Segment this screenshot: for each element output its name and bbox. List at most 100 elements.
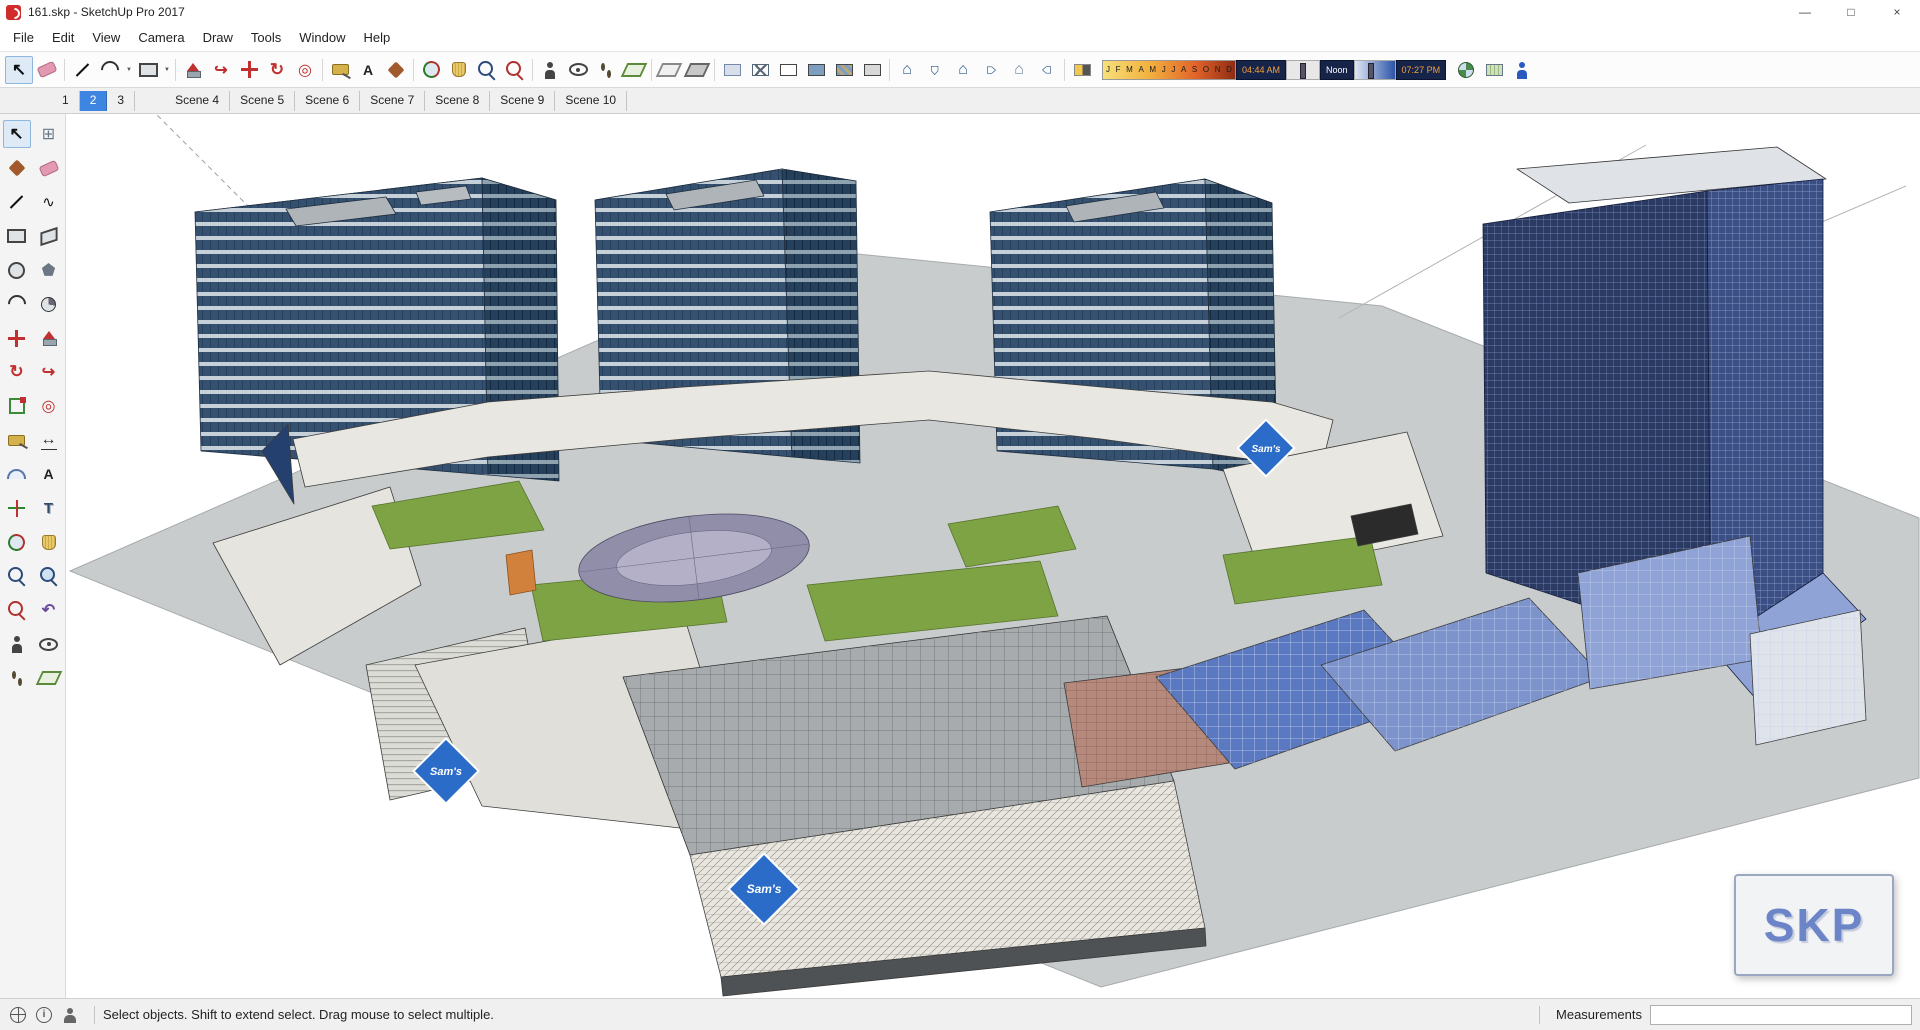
- photo-textures-icon[interactable]: [1508, 56, 1536, 84]
- credits-info-icon[interactable]: [34, 1005, 54, 1025]
- walk-tool[interactable]: [3, 664, 31, 692]
- measurements-input[interactable]: [1650, 1004, 1912, 1025]
- menu-item[interactable]: View: [83, 24, 129, 51]
- previous-view-tool[interactable]: [35, 596, 63, 624]
- get-location-icon[interactable]: [1452, 56, 1480, 84]
- hidden-line-style-icon[interactable]: [774, 56, 802, 84]
- line-tool[interactable]: [3, 188, 31, 216]
- zoom-icon[interactable]: [473, 56, 501, 84]
- iso-view-icon[interactable]: [893, 56, 921, 84]
- axes-tool[interactable]: [3, 494, 31, 522]
- minimize-button[interactable]: —: [1782, 0, 1828, 24]
- scene-tab[interactable]: Scene 6: [295, 90, 361, 111]
- separator[interactable]: [886, 58, 893, 82]
- back-view-icon[interactable]: [1005, 56, 1033, 84]
- scene-tab[interactable]: Scene 8: [425, 90, 491, 111]
- left-view-icon[interactable]: [1033, 56, 1061, 84]
- menu-item[interactable]: Draw: [194, 24, 242, 51]
- arc-tool[interactable]: [3, 290, 31, 318]
- shadow-time-slider-late[interactable]: [1353, 59, 1396, 80]
- section-plane-tool[interactable]: [35, 664, 63, 692]
- offset-tool[interactable]: [35, 392, 63, 420]
- menu-item[interactable]: Edit: [43, 24, 83, 51]
- separator[interactable]: [172, 58, 179, 82]
- shadows-toggle-icon[interactable]: [1068, 56, 1096, 84]
- section-cut-toggle-icon[interactable]: [683, 56, 711, 84]
- arcs-dropdown-icon[interactable]: [124, 56, 134, 84]
- menu-item[interactable]: Tools: [242, 24, 290, 51]
- model-canvas[interactable]: Sam's Sam's Sam's: [66, 114, 1920, 998]
- offset-icon[interactable]: [291, 56, 319, 84]
- pan-icon[interactable]: [445, 56, 473, 84]
- line-tool-icon[interactable]: [68, 56, 96, 84]
- section-display-toggle-icon[interactable]: [655, 56, 683, 84]
- 3d-text-tool[interactable]: [35, 494, 63, 522]
- maximize-button[interactable]: □: [1828, 0, 1874, 24]
- look-around-icon[interactable]: [564, 56, 592, 84]
- select-icon[interactable]: [5, 55, 33, 84]
- position-camera-tool[interactable]: [3, 630, 31, 658]
- menu-item[interactable]: Window: [290, 24, 354, 51]
- close-button[interactable]: ×: [1874, 0, 1920, 24]
- monochrome-style-icon[interactable]: [858, 56, 886, 84]
- menu-item[interactable]: Camera: [129, 24, 193, 51]
- section-plane-icon[interactable]: [620, 56, 648, 84]
- move-tool[interactable]: [3, 324, 31, 352]
- freehand-tool[interactable]: [35, 188, 63, 216]
- pie-tool[interactable]: [35, 290, 63, 318]
- shapes-menu-icon[interactable]: [134, 56, 162, 84]
- menu-item[interactable]: File: [4, 24, 43, 51]
- separator[interactable]: [61, 58, 68, 82]
- separator[interactable]: [1061, 58, 1068, 82]
- zoom-extents-icon[interactable]: [501, 56, 529, 84]
- circle-tool[interactable]: [3, 256, 31, 284]
- geolocation-icon[interactable]: [8, 1005, 28, 1025]
- separator[interactable]: [319, 58, 326, 82]
- shapes-dropdown-icon[interactable]: [162, 56, 172, 84]
- text-tool-icon[interactable]: [354, 56, 382, 84]
- push-pull-icon[interactable]: [179, 56, 207, 84]
- pan-tool[interactable]: [35, 528, 63, 556]
- polygon-tool[interactable]: [35, 256, 63, 284]
- walk-icon[interactable]: [592, 56, 620, 84]
- shaded-textures-style-icon[interactable]: [830, 56, 858, 84]
- eraser-icon[interactable]: [33, 56, 61, 84]
- separator[interactable]: [711, 58, 718, 82]
- shadow-date-slider[interactable]: JFMAMJJASOND: [1102, 59, 1236, 80]
- separator[interactable]: [410, 58, 417, 82]
- zoom-extents-tool[interactable]: [3, 596, 31, 624]
- menu-item[interactable]: Help: [355, 24, 400, 51]
- paint-bucket-tool[interactable]: [3, 154, 31, 182]
- follow-me-tool[interactable]: [35, 358, 63, 386]
- position-camera-icon[interactable]: [536, 56, 564, 84]
- tape-measure-icon[interactable]: [326, 56, 354, 84]
- scene-tab[interactable]: Scene 9: [490, 90, 556, 111]
- shadow-time-slider[interactable]: [1286, 59, 1321, 80]
- scene-tab[interactable]: Scene 5: [230, 90, 296, 111]
- right-view-icon[interactable]: [977, 56, 1005, 84]
- scale-tool[interactable]: [3, 392, 31, 420]
- scene-tab[interactable]: Scene 4: [165, 90, 231, 111]
- separator[interactable]: [648, 58, 655, 82]
- zoom-tool[interactable]: [3, 562, 31, 590]
- scene-tab[interactable]: Scene 10: [555, 90, 628, 111]
- sign-in-icon[interactable]: [60, 1005, 80, 1025]
- eraser-tool[interactable]: [35, 154, 63, 182]
- scene-tab[interactable]: Scene 7: [360, 90, 426, 111]
- select-tool[interactable]: [2, 120, 31, 148]
- dimension-tool[interactable]: [35, 426, 63, 454]
- scene-tab[interactable]: 1: [52, 90, 80, 111]
- tape-measure-tool[interactable]: [3, 426, 31, 454]
- follow-me-icon[interactable]: [207, 56, 235, 84]
- text-tool[interactable]: [35, 460, 63, 488]
- scene-tab[interactable]: 3: [107, 90, 136, 111]
- model-viewport[interactable]: Sam's Sam's Sam's SKP: [66, 114, 1920, 998]
- wireframe-style-icon[interactable]: [746, 56, 774, 84]
- arcs-menu-icon[interactable]: [96, 56, 124, 84]
- rotate-tool[interactable]: [3, 358, 31, 386]
- scene-tab[interactable]: 2: [79, 90, 108, 111]
- protractor-tool[interactable]: [3, 460, 31, 488]
- orbit-icon[interactable]: [417, 56, 445, 84]
- move-icon[interactable]: [235, 56, 263, 84]
- rectangle-tool[interactable]: [3, 222, 31, 250]
